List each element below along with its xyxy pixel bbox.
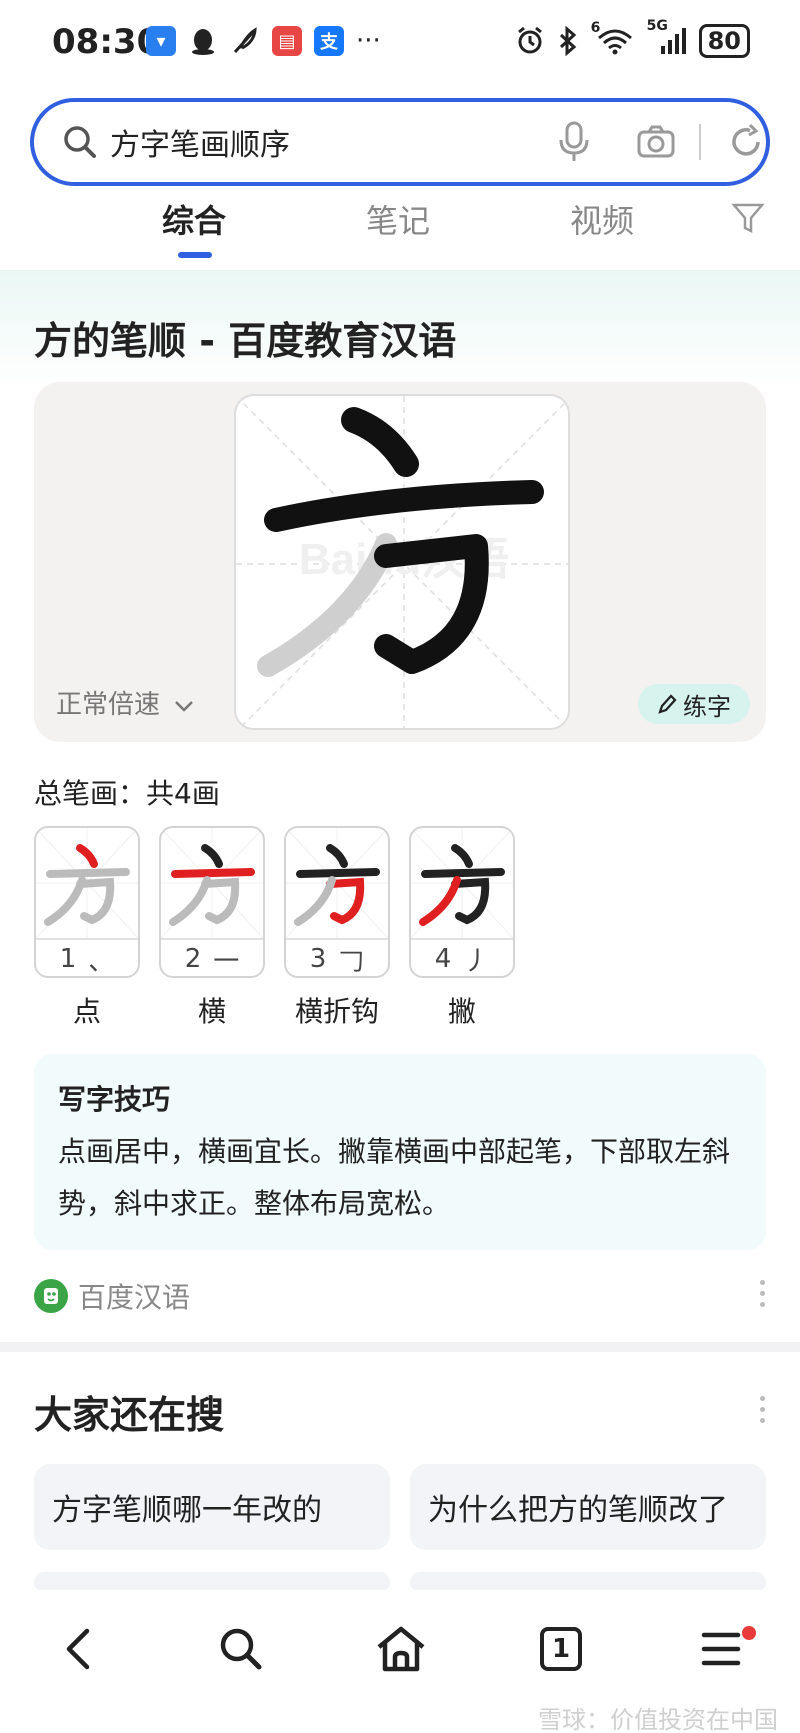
stroke-number-row: 2一 xyxy=(161,938,263,977)
filter-icon[interactable] xyxy=(730,200,766,236)
search-bar[interactable]: 方字笔画顺序 xyxy=(30,98,770,186)
baidu-hanyu-logo-icon xyxy=(34,1279,68,1313)
stroke-number: 2 xyxy=(184,944,202,974)
tabs-button[interactable]: 1 xyxy=(526,1614,596,1684)
more-notifications: ··· xyxy=(356,26,381,56)
search-divider xyxy=(699,124,701,160)
alipay-icon: 支 xyxy=(314,26,344,56)
stroke-diagram-1 xyxy=(36,828,138,938)
qq-icon xyxy=(192,29,214,55)
stroke-diagram-3 xyxy=(286,828,388,938)
app-store-icon: ▾ xyxy=(146,26,176,56)
refresh-icon[interactable] xyxy=(726,122,766,162)
watermark: 雪球：价值投资在中国 xyxy=(538,1706,778,1733)
stroke-card-3[interactable]: 3𠃌 xyxy=(284,826,390,978)
stroke-number: 1 xyxy=(59,944,77,974)
tab-videos[interactable]: 视频 xyxy=(570,196,634,242)
result-more-icon[interactable] xyxy=(760,1280,766,1307)
tips-title: 写字技巧 xyxy=(58,1083,171,1116)
practice-label: 练字 xyxy=(683,692,731,721)
stroke-number: 4 xyxy=(434,944,452,974)
practice-writing-button[interactable]: 练字 xyxy=(638,684,750,724)
source-link[interactable]: 百度汉语 xyxy=(34,1276,190,1316)
character-animation: Baidu汉语 xyxy=(236,396,568,728)
menu-icon xyxy=(701,1632,741,1666)
stroke-card-4[interactable]: 4丿 xyxy=(409,826,515,978)
related-search-item-partial[interactable] xyxy=(34,1572,390,1592)
back-button[interactable] xyxy=(44,1614,114,1684)
related-more-icon[interactable] xyxy=(760,1396,766,1423)
stroke-number-row: 3𠃌 xyxy=(286,938,388,977)
tab-notes[interactable]: 笔记 xyxy=(366,196,430,242)
stroke-name-1: 点 xyxy=(72,995,101,1028)
stroke-card-2[interactable]: 2一 xyxy=(159,826,265,978)
stroke-glyph: 𠃌 xyxy=(338,946,365,977)
search-nav-button[interactable] xyxy=(206,1614,276,1684)
result-tabs: 综合 笔记 视频 xyxy=(0,196,800,266)
playback-speed-select[interactable]: 正常倍速 xyxy=(56,684,194,721)
menu-button[interactable] xyxy=(686,1614,756,1684)
search-icon xyxy=(220,1628,262,1670)
notification-icons: ▾ ▤ 支 ··· xyxy=(146,26,381,56)
stroke-number: 3 xyxy=(309,944,327,974)
feather-icon xyxy=(233,27,257,54)
related-search-item[interactable]: 为什么把方的笔顺改了 xyxy=(410,1464,766,1550)
home-button[interactable] xyxy=(366,1614,436,1684)
playback-speed-label: 正常倍速 xyxy=(56,690,161,720)
section-separator xyxy=(0,1342,800,1352)
stroke-diagram-2 xyxy=(161,828,263,938)
chevron-left-icon xyxy=(66,1628,90,1670)
battery-indicator: 80 xyxy=(698,24,750,58)
tab-count: 1 xyxy=(540,1627,582,1671)
stroke-name-2: 横 xyxy=(197,995,226,1028)
total-strokes: 总笔画：共4画 xyxy=(34,777,220,810)
stroke-animation-box[interactable]: Baidu汉语 xyxy=(234,394,570,730)
stroke-diagram-4 xyxy=(411,828,513,938)
stroke-glyph: 、 xyxy=(88,946,115,977)
alarm-icon xyxy=(517,26,542,54)
book-icon: ▤ xyxy=(272,26,302,56)
signal-icon: 5G xyxy=(647,18,687,56)
wifi-icon: 6 xyxy=(591,20,635,56)
writing-tips: 写字技巧 点画居中，横画宜长。撇靠横画中部起笔，下部取左斜势，斜中求正。整体布局… xyxy=(34,1054,766,1250)
notification-dot xyxy=(742,1626,756,1640)
home-icon xyxy=(377,1626,425,1672)
status-time: 08:30 xyxy=(52,22,161,62)
tips-text: 点画居中，横画宜长。撇靠横画中部起笔，下部取左斜势，斜中求正。整体布局宽松。 xyxy=(58,1135,731,1220)
stroke-number-row: 1、 xyxy=(36,938,138,977)
status-bar: 08:30 ▾ ▤ 支 ··· 6 5G 80 xyxy=(0,0,800,90)
stroke-glyph: 丿 xyxy=(463,946,490,977)
related-search-item[interactable]: 方字笔顺哪一年改的 xyxy=(34,1464,390,1550)
related-searches-title: 大家还在搜 xyxy=(34,1393,225,1437)
search-input[interactable]: 方字笔画顺序 xyxy=(110,120,290,164)
chevron-down-icon xyxy=(175,701,194,712)
stroke-card-1[interactable]: 1、 xyxy=(34,826,140,978)
search-icon xyxy=(64,126,96,158)
microphone-icon[interactable] xyxy=(556,120,592,164)
bluetooth-icon xyxy=(559,26,576,56)
stroke-name-4: 撇 xyxy=(447,995,476,1028)
stroke-name-3: 横折钩 xyxy=(294,995,379,1028)
stroke-glyph: 一 xyxy=(213,946,240,977)
status-right: 6 5G 80 xyxy=(515,18,750,58)
tab-all[interactable]: 综合 xyxy=(162,196,226,242)
stroke-number-row: 4丿 xyxy=(411,938,513,977)
pencil-icon xyxy=(658,694,677,714)
source-name: 百度汉语 xyxy=(78,1281,191,1314)
camera-icon[interactable] xyxy=(636,124,676,160)
result-title[interactable]: 方的笔顺 - 百度教育汉语 xyxy=(34,310,456,365)
active-tab-indicator xyxy=(178,252,212,258)
related-search-item-partial[interactable] xyxy=(410,1572,766,1592)
